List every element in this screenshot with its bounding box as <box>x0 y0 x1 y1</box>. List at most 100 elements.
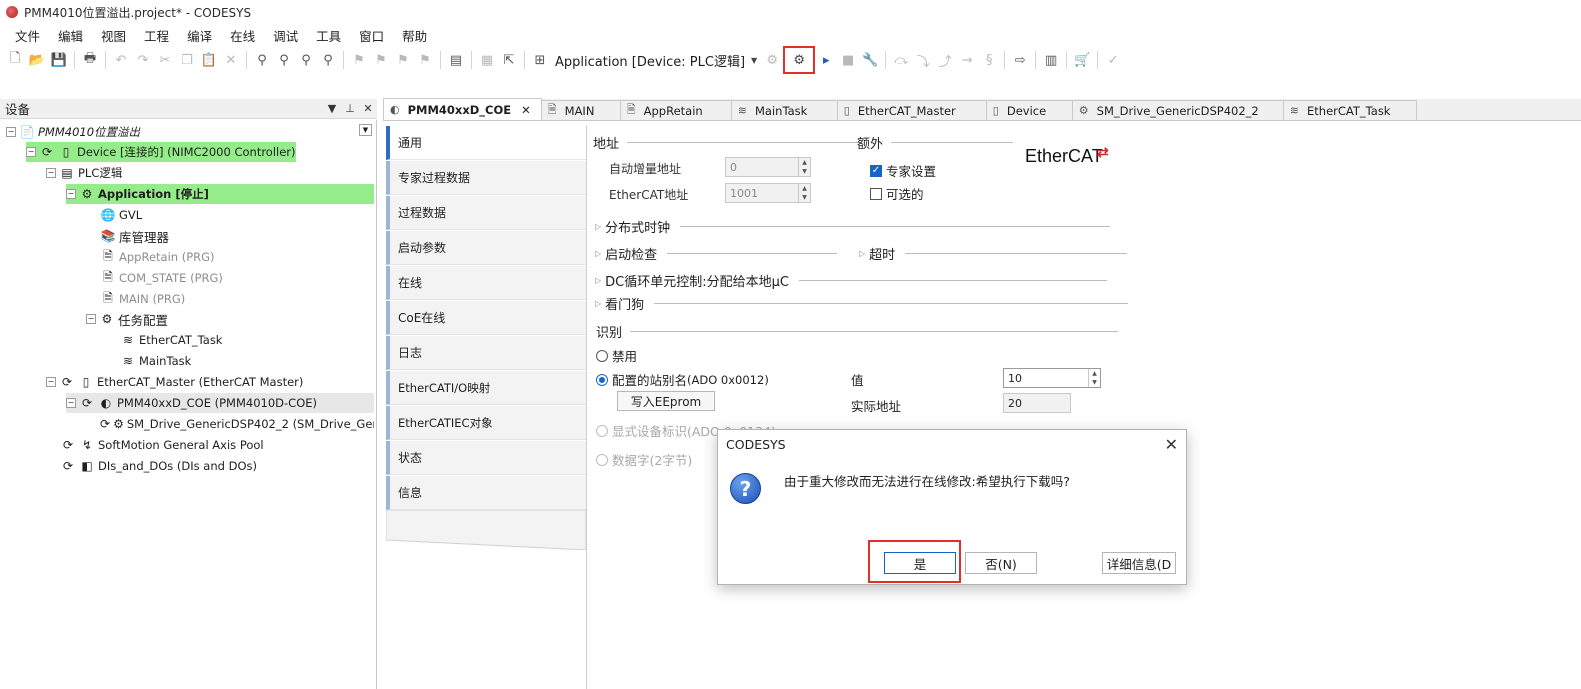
side-tab-io-mapping[interactable]: EtherCATI/O映射 <box>386 371 586 405</box>
bookmark-prev-icon[interactable]: ⚑ <box>393 50 413 70</box>
tree-item-com-state[interactable]: 🗎 COM_STATE (PRG) <box>100 268 223 288</box>
tree-item-pmm40xxd-coe[interactable]: − ⟳ ◐ PMM40xxD_COE (PMM4010D-COE) <box>66 393 374 413</box>
chevron-up-icon[interactable]: ▲ <box>1089 369 1100 378</box>
step-over-icon[interactable]: ⤼ <box>891 50 911 70</box>
menu-edit[interactable]: 编辑 <box>49 24 92 47</box>
tree-item-dis-dos[interactable]: ⟳ ◧ DIs_and_DOs (DIs and DOs) <box>60 456 257 476</box>
tab-ethercat-task[interactable]: ≋ EtherCAT_Task <box>1282 100 1417 120</box>
side-tab-process-data[interactable]: 过程数据 <box>386 196 586 230</box>
save-icon[interactable]: 💾 <box>49 50 69 70</box>
panel-menu-icon[interactable]: ▼ <box>323 102 341 115</box>
cut-icon[interactable]: ✂ <box>155 50 175 70</box>
distributed-clock-section[interactable]: ▷ 分布式时钟 <box>595 217 1111 236</box>
side-tab-expert-process-data[interactable]: 专家过程数据 <box>386 161 586 195</box>
tab-device[interactable]: ▯ Device <box>985 100 1073 120</box>
grid-icon[interactable]: ▦ <box>477 50 497 70</box>
reset-icon[interactable]: 🔧 <box>860 50 880 70</box>
pin-icon[interactable]: ⊥ <box>341 102 359 115</box>
tab-ethercat-master[interactable]: ▯ EtherCAT_Master <box>836 100 987 120</box>
menu-build[interactable]: 编译 <box>178 24 221 47</box>
alias-value-field[interactable]: 10 ▲ ▼ <box>1003 368 1101 388</box>
configured-alias-radio[interactable]: 配置的站别名 (ADO 0x0012) <box>596 370 769 389</box>
startup-check-section[interactable]: ▷ 启动检查 <box>595 244 838 263</box>
login-icon[interactable]: ⚙ <box>762 50 782 70</box>
tree-item-device[interactable]: − ⟳ ▯ Device [连接的] (NIMC2000 Controller) <box>26 142 296 162</box>
menu-debug[interactable]: 调试 <box>264 24 307 47</box>
set-next-statement-icon[interactable]: § <box>979 50 999 70</box>
side-tab-status[interactable]: 状态 <box>386 441 586 475</box>
replace-icon[interactable]: ⚲ <box>318 50 338 70</box>
collapse-icon[interactable]: − <box>66 189 76 199</box>
details-button[interactable]: 详细信息(D <box>1102 552 1176 574</box>
timeout-section[interactable]: ▷ 超时 <box>859 244 1128 263</box>
close-icon[interactable]: ✕ <box>359 102 377 115</box>
tree-item-softmotion-pool[interactable]: ⟳ ↯ SoftMotion General Axis Pool <box>60 435 264 455</box>
tree-item-application[interactable]: − ⚙ Application [停止] <box>66 184 374 204</box>
tab-main[interactable]: 🗎 MAIN <box>540 100 621 120</box>
show-current-statement-icon[interactable]: ⇨ <box>1010 50 1030 70</box>
dc-cycle-section[interactable]: ▷ DC循环单元控制:分配给本地μC <box>595 271 1107 290</box>
start-icon[interactable]: ▸ <box>816 50 836 70</box>
tab-maintask[interactable]: ≋ MainTask <box>730 100 838 120</box>
close-icon[interactable]: ✕ <box>521 103 531 117</box>
open-project-icon[interactable]: 📂 <box>27 50 47 70</box>
tree-item-project[interactable]: − 📄 PMM4010位置溢出 <box>6 122 140 142</box>
side-tab-startup-params[interactable]: 启动参数 <box>386 231 586 265</box>
tree-item-maintask[interactable]: ≋ MainTask <box>120 351 191 371</box>
menu-window[interactable]: 窗口 <box>350 24 393 47</box>
print-icon[interactable]: 🖶 <box>80 50 100 70</box>
chevron-down-icon[interactable]: ▼ <box>1089 378 1100 387</box>
tab-sm-drive[interactable]: ⚙ SM_Drive_GenericDSP402_2 <box>1071 100 1284 120</box>
side-tab-general[interactable]: 通用 <box>386 126 586 160</box>
spin-buttons[interactable]: ▲ ▼ <box>1088 369 1100 387</box>
write-eeprom-button[interactable]: 写入EEprom <box>617 391 715 411</box>
tree-item-library-manager[interactable]: 📚 库管理器 <box>100 226 170 246</box>
menu-tools[interactable]: 工具 <box>307 24 350 47</box>
write-values-icon[interactable]: ▥ <box>1041 50 1061 70</box>
force-values-icon[interactable]: 🛒 <box>1072 50 1092 70</box>
logout-icon[interactable]: ⚙ <box>789 50 809 70</box>
find-icon[interactable]: ⚲ <box>252 50 272 70</box>
side-tab-info[interactable]: 信息 <box>386 476 586 510</box>
step-into-icon[interactable]: ⤵ <box>913 50 933 70</box>
collapse-icon[interactable]: − <box>46 168 56 178</box>
side-tab-log[interactable]: 日志 <box>386 336 586 370</box>
collapse-icon[interactable]: − <box>86 314 96 324</box>
side-tab-online[interactable]: 在线 <box>386 266 586 300</box>
undo-icon[interactable]: ↶ <box>111 50 131 70</box>
stop-icon[interactable]: ■ <box>838 50 858 70</box>
tree-item-ethercat-task[interactable]: ≋ EtherCAT_Task <box>120 330 223 350</box>
export-icon[interactable]: ⇱ <box>499 50 519 70</box>
menu-project[interactable]: 工程 <box>135 24 178 47</box>
close-icon[interactable]: ✕ <box>1165 435 1178 454</box>
paste-icon[interactable]: 📋 <box>199 50 219 70</box>
side-tab-coe-online[interactable]: CoE在线 <box>386 301 586 335</box>
new-project-icon[interactable]: 🗋 <box>5 50 25 70</box>
run-to-cursor-icon[interactable]: → <box>957 50 977 70</box>
collapse-icon[interactable]: − <box>26 147 36 157</box>
menu-online[interactable]: 在线 <box>221 24 264 47</box>
tree-item-sm-drive[interactable]: ⟳ ⚙ SM_Drive_GenericDSP402_2 (SM_Drive_G… <box>100 414 374 434</box>
side-tab-iec-objects[interactable]: EtherCATIEC对象 <box>386 406 586 440</box>
optional-checkbox[interactable]: 可选的 <box>870 184 924 203</box>
watchdog-section[interactable]: ▷ 看门狗 <box>595 294 1129 313</box>
tree-item-appretain[interactable]: 🗎 AppRetain (PRG) <box>100 247 214 267</box>
tab-pmm40xxd-coe[interactable]: ◐ PMM40xxD_COE ✕ <box>383 98 542 120</box>
bookmark-next-icon[interactable]: ⚑ <box>371 50 391 70</box>
data-word-radio[interactable]: 数据字(2字节) <box>596 450 692 469</box>
step-out-icon[interactable]: ⤴ <box>935 50 955 70</box>
expert-settings-checkbox[interactable]: ✓ 专家设置 <box>870 161 936 180</box>
build-icon[interactable]: ⊞ <box>530 50 550 70</box>
active-application-selector[interactable]: Application [Device: PLC逻辑] ▼ <box>551 51 761 70</box>
chevron-down-icon[interactable]: ▼ <box>359 124 372 136</box>
tab-appretain[interactable]: 🗎 AppRetain <box>619 100 732 120</box>
no-button[interactable]: 否(N) <box>965 552 1037 574</box>
delete-icon[interactable]: ✕ <box>221 50 241 70</box>
menu-help[interactable]: 帮助 <box>393 24 436 47</box>
tree-item-main[interactable]: 🗎 MAIN (PRG) <box>100 289 185 309</box>
menu-file[interactable]: 文件 <box>6 24 49 47</box>
collapse-icon[interactable]: − <box>46 377 56 387</box>
collapse-icon[interactable]: − <box>66 398 76 408</box>
tree-item-task-config[interactable]: − ⚙ 任务配置 <box>86 309 168 329</box>
identification-disabled-radio[interactable]: 禁用 <box>596 346 637 365</box>
